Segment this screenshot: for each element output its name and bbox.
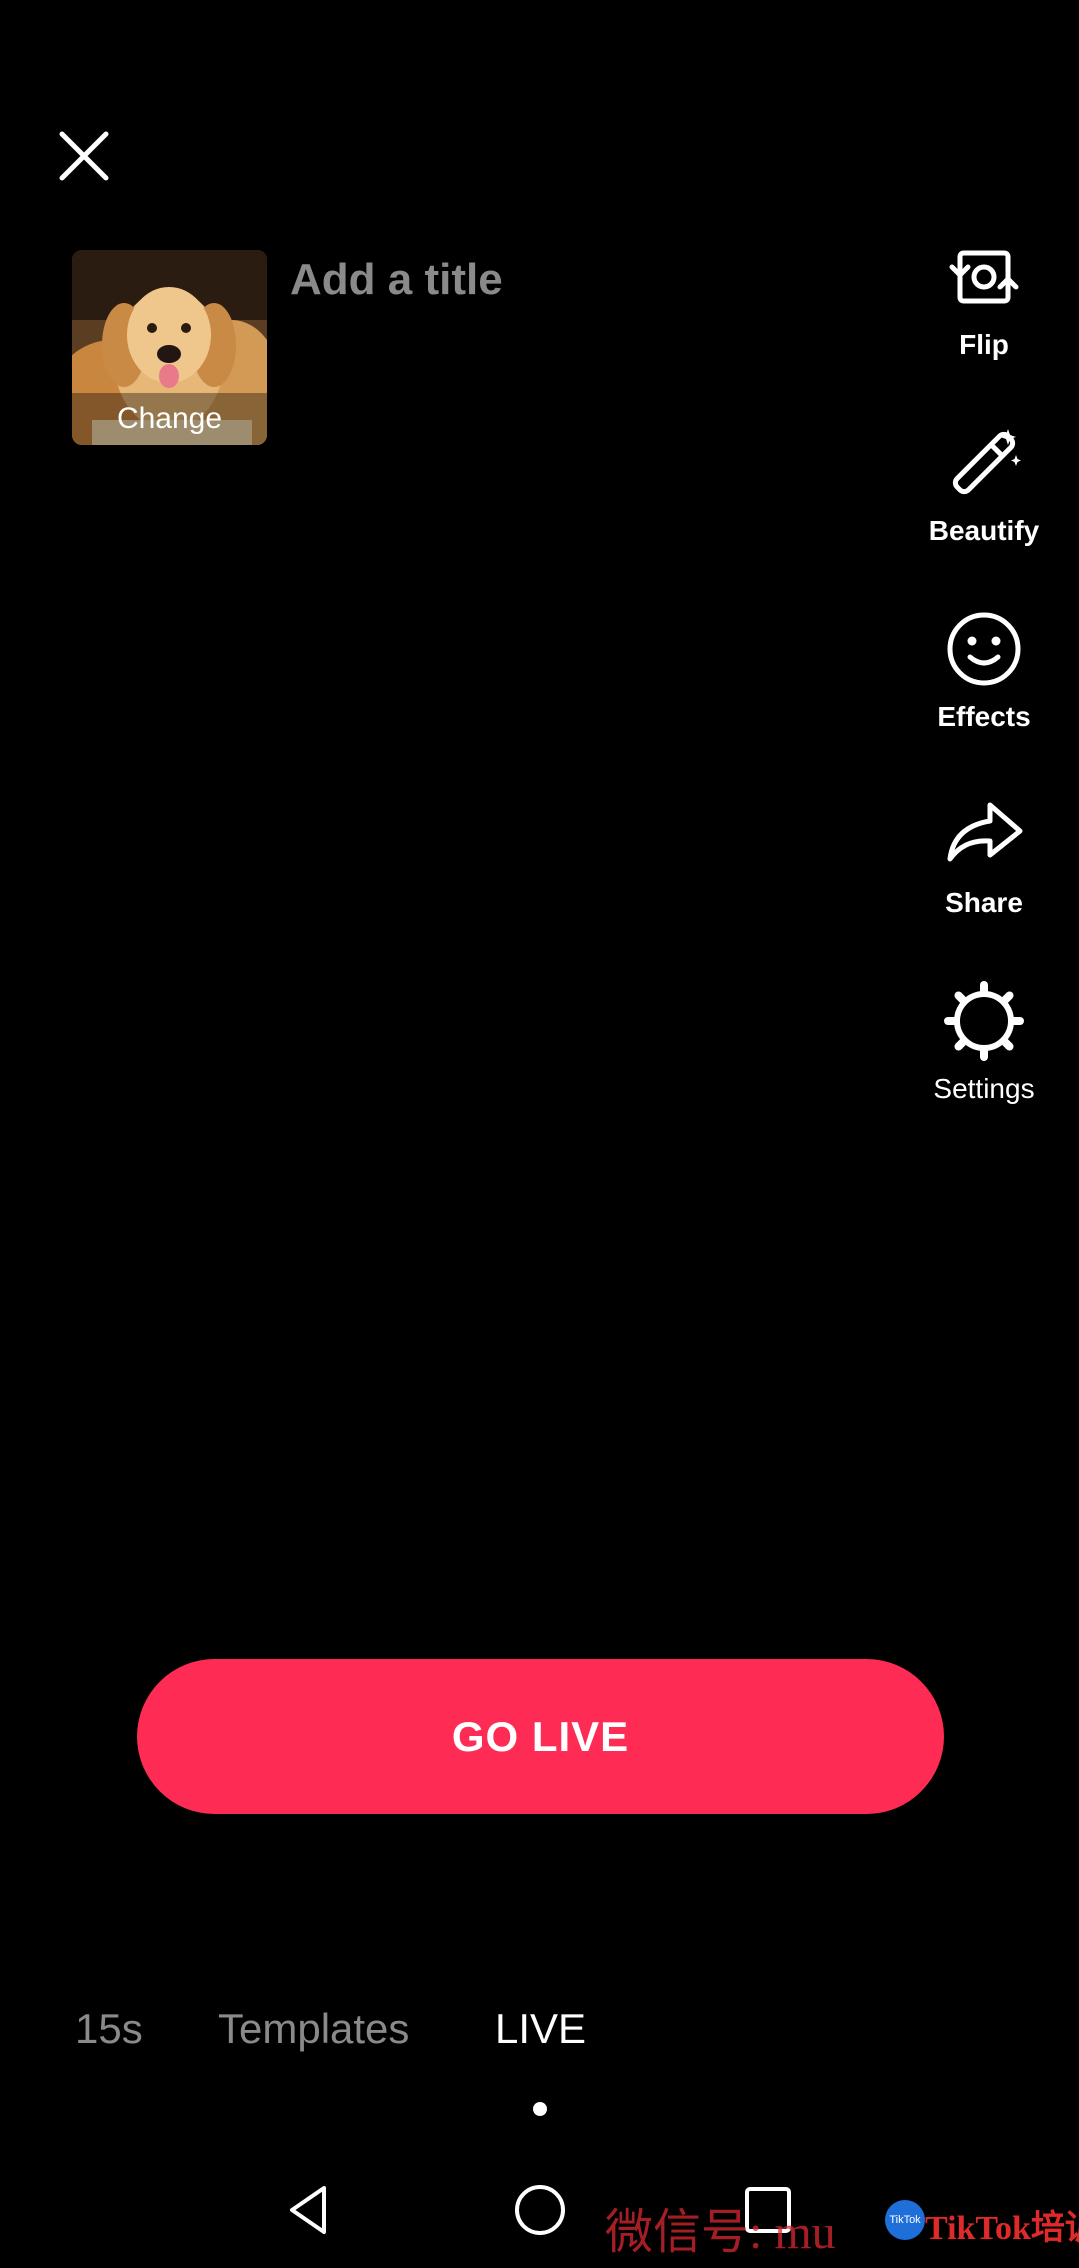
gear-icon: [942, 979, 1026, 1063]
smiley-face-icon: [942, 607, 1026, 691]
beautify-label: Beautify: [928, 515, 1040, 546]
back-button[interactable]: [280, 2180, 340, 2240]
tab-templates[interactable]: Templates: [218, 2005, 409, 2053]
back-triangle-icon: [290, 2186, 326, 2234]
tab-15s[interactable]: 15s: [75, 2005, 143, 2053]
share-label: Share: [945, 887, 1023, 918]
effects-button[interactable]: Effects: [910, 607, 1058, 733]
flip-camera-icon: [942, 235, 1026, 319]
watermark-text: 微信号: mu: [605, 2206, 836, 2259]
mode-tabs: 15s Templates LIVE: [0, 2005, 1079, 2065]
flip-label: Flip: [959, 329, 1009, 360]
go-live-button[interactable]: GO LIVE: [137, 1659, 944, 1814]
home-button[interactable]: [510, 2180, 570, 2240]
title-input[interactable]: [290, 250, 850, 310]
tab-live[interactable]: LIVE: [495, 2005, 586, 2053]
cover-image[interactable]: Change: [72, 250, 267, 445]
flip-button[interactable]: Flip: [910, 235, 1058, 361]
share-arrow-icon: [942, 793, 1026, 877]
home-circle-icon: [515, 2185, 565, 2235]
close-icon: [59, 131, 109, 181]
watermark-brand: TikTok培训: [925, 2210, 1079, 2247]
settings-label: Settings: [933, 1073, 1035, 1104]
settings-button[interactable]: Settings: [910, 979, 1058, 1105]
effects-label: Effects: [937, 701, 1031, 732]
watermark-logo: TikTok: [885, 2200, 925, 2240]
magic-wand-icon: [942, 421, 1026, 505]
beautify-button[interactable]: Beautify: [910, 421, 1058, 547]
change-cover-label: Change: [72, 393, 267, 445]
share-button[interactable]: Share: [910, 793, 1058, 919]
active-mode-indicator: [533, 2102, 547, 2116]
close-button[interactable]: [54, 126, 114, 186]
